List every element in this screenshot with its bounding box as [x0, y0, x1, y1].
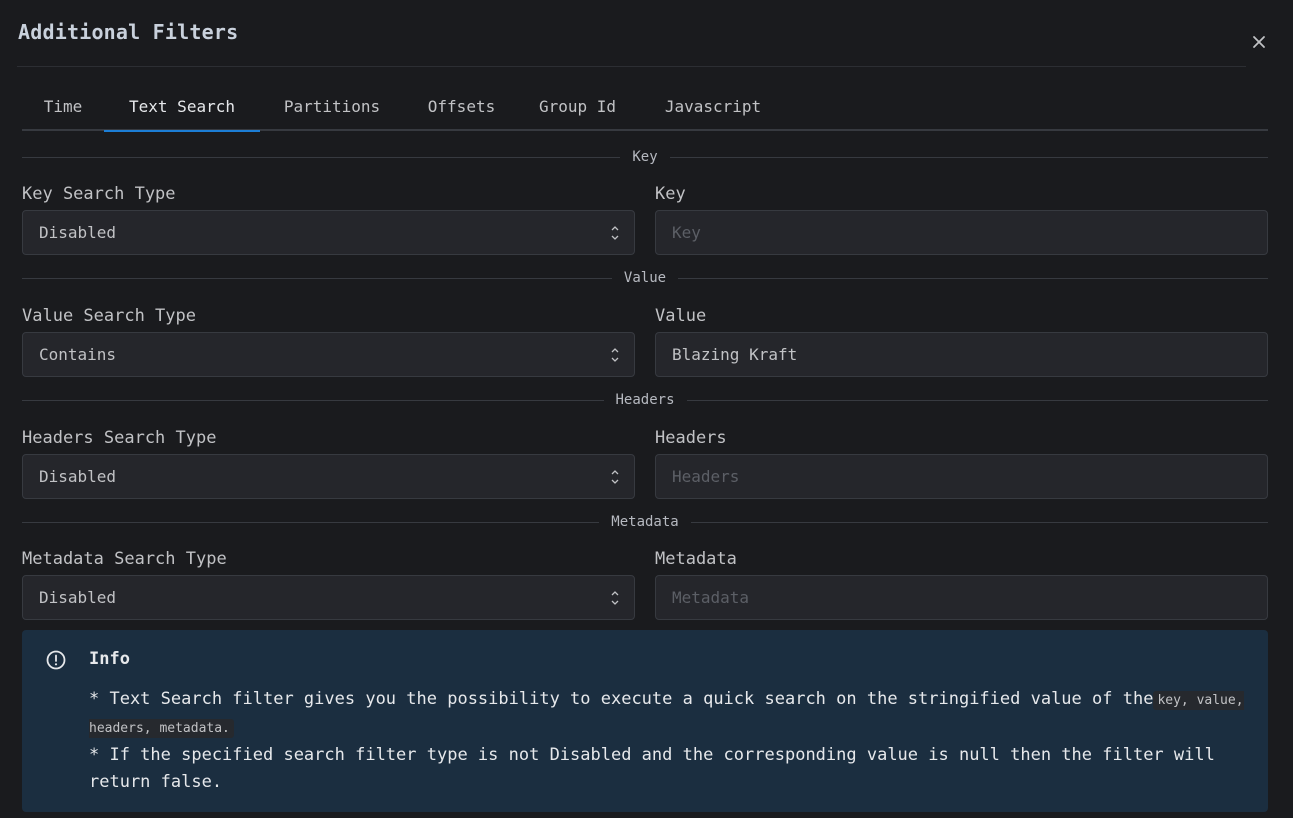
- value-divider: Value: [22, 269, 1268, 287]
- info-line-1: * Text Search filter gives you the possi…: [89, 689, 1154, 709]
- tab-time[interactable]: Time: [22, 88, 104, 131]
- headers-search-type-label: Headers Search Type: [22, 428, 217, 448]
- metadata-input-label: Metadata: [655, 549, 737, 569]
- info-alert: Info * Text Search filter gives you the …: [22, 630, 1268, 812]
- modal-title: Additional Filters: [18, 20, 239, 44]
- value-input-value: Blazing Kraft: [672, 345, 798, 364]
- key-divider: Key: [22, 148, 1269, 166]
- headers-search-type-select[interactable]: Disabled: [22, 454, 635, 499]
- key-input-label: Key: [655, 184, 686, 204]
- headers-input-label: Headers: [655, 428, 727, 448]
- headers-search-type-value: Disabled: [39, 467, 117, 486]
- info-title: Info: [89, 649, 130, 669]
- info-circle-icon: [46, 650, 66, 670]
- headers-input-placeholder: Headers: [672, 467, 740, 486]
- value-search-type-value: Contains: [39, 345, 117, 364]
- additional-filters-modal: Additional Filters Time Text Search Part…: [0, 0, 1293, 818]
- metadata-search-type-select[interactable]: Disabled: [22, 575, 635, 620]
- chevron-up-down-icon: [611, 470, 619, 484]
- filter-tabs: Time Text Search Partitions Offsets Grou…: [22, 88, 1268, 132]
- metadata-search-type-value: Disabled: [39, 588, 117, 607]
- value-input[interactable]: Blazing Kraft: [655, 332, 1268, 377]
- value-input-label: Value: [655, 306, 707, 326]
- chevron-up-down-icon: [611, 226, 619, 240]
- value-search-type-label: Value Search Type: [22, 306, 196, 326]
- headers-divider: Headers: [22, 391, 1269, 409]
- value-search-type-select[interactable]: Contains: [22, 332, 635, 377]
- key-search-type-value: Disabled: [39, 223, 117, 242]
- metadata-input-placeholder: Metadata: [672, 588, 750, 607]
- title-divider: [17, 66, 1246, 67]
- tab-offsets[interactable]: Offsets: [404, 88, 519, 131]
- key-divider-label: Key: [632, 149, 658, 165]
- tab-javascript[interactable]: Javascript: [636, 88, 790, 131]
- info-line-2: * If the specified search filter type is…: [89, 745, 1215, 792]
- metadata-input[interactable]: Metadata: [655, 575, 1268, 620]
- headers-input[interactable]: Headers: [655, 454, 1268, 499]
- key-search-type-select[interactable]: Disabled: [22, 210, 635, 255]
- chevron-up-down-icon: [611, 348, 619, 362]
- headers-divider-label: Headers: [615, 392, 675, 408]
- key-search-type-label: Key Search Type: [22, 184, 176, 204]
- metadata-divider: Metadata: [22, 513, 1268, 531]
- key-input-placeholder: Key: [672, 223, 701, 242]
- close-icon[interactable]: [1247, 30, 1271, 54]
- tab-group-id[interactable]: Group Id: [519, 88, 636, 131]
- metadata-search-type-label: Metadata Search Type: [22, 549, 227, 569]
- info-body: * Text Search filter gives you the possi…: [89, 686, 1254, 796]
- metadata-divider-label: Metadata: [611, 514, 679, 530]
- value-divider-label: Value: [623, 270, 667, 286]
- tab-partitions[interactable]: Partitions: [260, 88, 404, 131]
- tab-text-search[interactable]: Text Search: [104, 88, 260, 132]
- key-input[interactable]: Key: [655, 210, 1268, 255]
- chevron-up-down-icon: [611, 591, 619, 605]
